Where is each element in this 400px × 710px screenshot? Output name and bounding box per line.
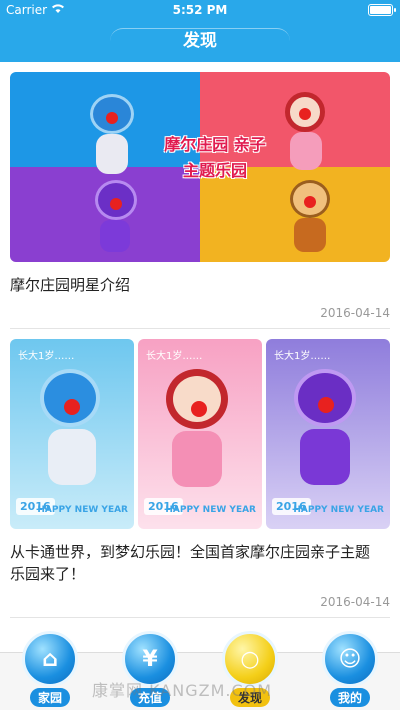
top-bar: Carrier 5:52 PM 发现 bbox=[0, 0, 400, 62]
article-title[interactable]: 摩尔庄园明星介绍 bbox=[10, 274, 390, 296]
battery-icon bbox=[368, 4, 396, 16]
page-title: 发现 bbox=[0, 20, 400, 62]
tab-home[interactable]: ⌂ 家园 bbox=[10, 631, 90, 710]
status-bar: Carrier 5:52 PM bbox=[0, 0, 400, 20]
profile-icon[interactable]: ☺ bbox=[322, 631, 378, 687]
poster-tag: 长大1岁…… bbox=[274, 351, 331, 362]
poster-caption: HAPPY NEW YEAR bbox=[293, 505, 384, 515]
article-card[interactable]: 长大1岁…… 2016 HAPPY NEW YEAR 长大1岁…… 2016 H… bbox=[0, 329, 400, 618]
poster-blue: 长大1岁…… 2016 HAPPY NEW YEAR bbox=[10, 339, 134, 529]
tab-profile[interactable]: ☺ 我的 bbox=[310, 631, 390, 710]
status-time: 5:52 PM bbox=[172, 3, 228, 17]
banner-logo-text: 摩尔庄园 亲子主题乐园 bbox=[164, 135, 266, 180]
article-banner-image[interactable]: 摩尔庄园 亲子主题乐园 bbox=[10, 72, 390, 262]
poster-tag: 长大1岁…… bbox=[18, 351, 75, 362]
poster-caption: HAPPY NEW YEAR bbox=[165, 505, 256, 515]
poster-pink: 长大1岁…… 2016 HAPPY NEW YEAR bbox=[138, 339, 262, 529]
watermark-text: 康掌网 KANGZM.COM bbox=[92, 681, 273, 700]
article-title[interactable]: 从卡通世界，到梦幻乐园！全国首家摩尔庄园亲子主题乐园来了！ bbox=[10, 541, 390, 585]
poster-tag: 长大1岁…… bbox=[146, 351, 203, 362]
tab-home-label[interactable]: 家园 bbox=[29, 688, 70, 707]
article-date: 2016-04-14 bbox=[10, 595, 390, 618]
poster-purple: 长大1岁…… 2016 HAPPY NEW YEAR bbox=[266, 339, 390, 529]
article-feed[interactable]: 摩尔庄园 亲子主题乐园 摩尔庄园明星介绍 2016-04-14 长大1岁…… 2… bbox=[0, 62, 400, 652]
article-card[interactable]: 摩尔庄园 亲子主题乐园 摩尔庄园明星介绍 2016-04-14 bbox=[0, 62, 400, 329]
article-poster-image[interactable]: 长大1岁…… 2016 HAPPY NEW YEAR 长大1岁…… 2016 H… bbox=[10, 339, 390, 529]
poster-caption: HAPPY NEW YEAR bbox=[37, 505, 128, 515]
tab-profile-label[interactable]: 我的 bbox=[329, 688, 370, 707]
house-icon[interactable]: ⌂ bbox=[22, 631, 78, 687]
article-date: 2016-04-14 bbox=[10, 306, 390, 329]
